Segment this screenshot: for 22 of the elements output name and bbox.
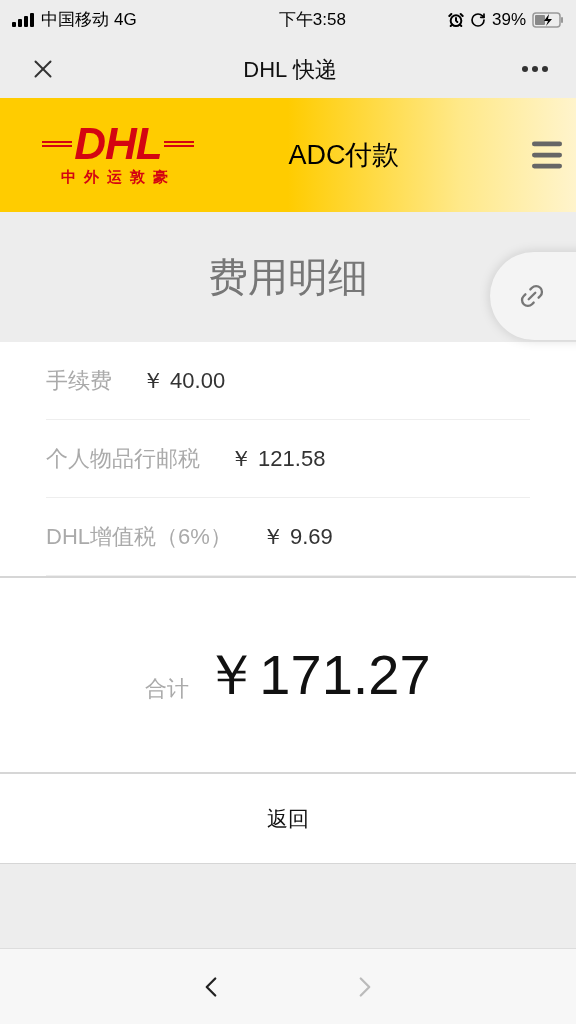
status-time: 下午3:58 xyxy=(278,9,346,32)
carrier-name: 中国移动 xyxy=(41,9,109,32)
battery-percent: 39% xyxy=(491,9,526,32)
alarm-icon xyxy=(447,12,464,28)
total-amount: ￥171.27 xyxy=(203,642,431,708)
fee-label: DHL增值税（6%） xyxy=(46,523,232,551)
fee-amount: ￥ 9.69 xyxy=(261,523,333,551)
page-title: DHL 快递 xyxy=(243,55,337,84)
signal-icon xyxy=(12,13,36,27)
return-button[interactable]: 返回 xyxy=(0,774,576,864)
fee-amount: ￥ 121.58 xyxy=(230,445,326,473)
battery-icon xyxy=(532,12,564,28)
network-type: 4G xyxy=(114,9,137,32)
fee-label: 个人物品行邮税 xyxy=(46,445,200,473)
total-label: 合计 xyxy=(145,674,190,703)
fee-label: 手续费 xyxy=(46,367,112,395)
more-button[interactable] xyxy=(522,66,548,72)
section-title: 费用明细 xyxy=(208,254,368,301)
header-title: ADC付款 xyxy=(288,138,400,172)
dhl-logo: DHL 中外运敦豪 xyxy=(16,121,220,189)
fee-amount: ￥ 40.00 xyxy=(142,367,226,395)
more-icon xyxy=(522,66,548,72)
